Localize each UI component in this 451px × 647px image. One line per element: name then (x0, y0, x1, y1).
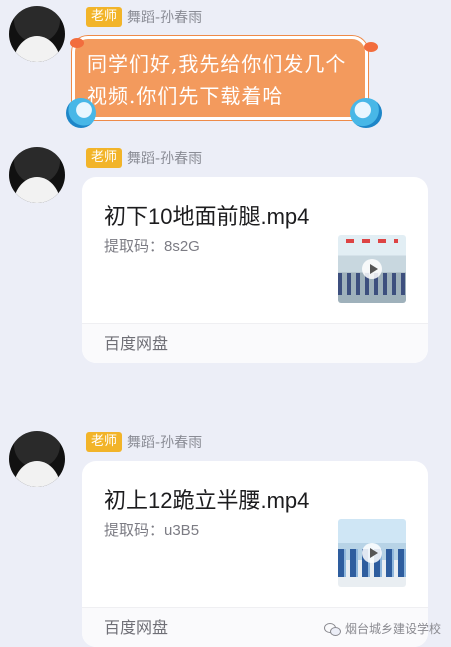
wave-decoration-icon (66, 98, 96, 128)
sticker-body: 同学们好,我先给你们发几个视频.你们先下载着哈 (72, 36, 368, 120)
watermark-text: 烟台城乡建设学校 (344, 622, 441, 636)
sticker-bubble[interactable]: 同学们好,我先给你们发几个视频.你们先下载着哈 (66, 36, 382, 129)
sender-name: 舞蹈-孙春雨 (127, 10, 203, 26)
file-name: 初下10地面前腿.mp4 (104, 204, 310, 229)
wave-decoration-icon (350, 98, 382, 128)
extract-code: 提取码：8s2G (104, 238, 200, 255)
sender-name: 舞蹈-孙春雨 (127, 151, 203, 167)
play-icon (362, 259, 382, 279)
video-thumbnail[interactable] (338, 235, 406, 303)
message-2: 老师 舞蹈-孙春雨 初下10地面前腿.mp4 提取码：8s2G 百度网盘 (0, 147, 451, 367)
file-card[interactable]: 初下10地面前腿.mp4 提取码：8s2G 百度网盘 (82, 177, 428, 363)
message-header: 老师 舞蹈-孙春雨 (86, 431, 202, 453)
watermark: 烟台城乡建设学校 (323, 620, 441, 637)
play-icon (362, 543, 382, 563)
card-source: 百度网盘 (82, 323, 428, 363)
message-3: 老师 舞蹈-孙春雨 初上12跪立半腰.mp4 提取码：u3B5 百度网盘 (0, 431, 451, 647)
fish-decoration-icon (70, 38, 84, 48)
message-header: 老师 舞蹈-孙春雨 (86, 147, 202, 169)
video-thumbnail[interactable] (338, 519, 406, 587)
avatar[interactable] (9, 147, 65, 203)
file-name: 初上12跪立半腰.mp4 (104, 488, 310, 513)
avatar[interactable] (9, 431, 65, 487)
role-badge: 老师 (86, 148, 123, 168)
extract-code: 提取码：u3B5 (104, 522, 200, 539)
sender-name: 舞蹈-孙春雨 (127, 435, 203, 451)
avatar[interactable] (9, 6, 65, 62)
message-1: 老师 舞蹈-孙春雨 同学们好,我先给你们发几个视频.你们先下载着哈 (0, 6, 451, 136)
thumbnail-banner (346, 239, 398, 243)
sticker-text: 同学们好,我先给你们发几个视频.你们先下载着哈 (87, 52, 347, 108)
role-badge: 老师 (86, 432, 123, 452)
role-badge: 老师 (86, 7, 123, 27)
fish-decoration-icon (364, 42, 378, 52)
message-header: 老师 舞蹈-孙春雨 (86, 6, 202, 28)
wechat-icon (323, 622, 341, 636)
